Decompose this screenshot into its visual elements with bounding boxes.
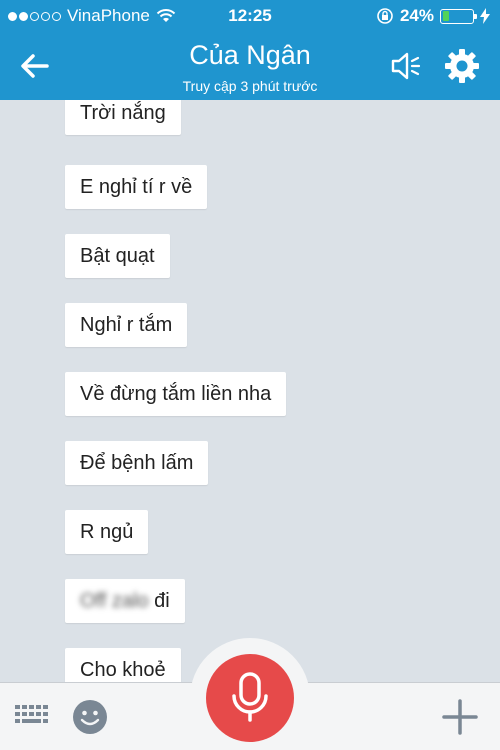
speaker-icon bbox=[391, 52, 421, 80]
emoji-button[interactable] bbox=[72, 699, 108, 735]
battery-icon bbox=[440, 8, 477, 24]
status-right: 24% bbox=[376, 6, 490, 26]
message-text: đi bbox=[154, 590, 170, 612]
voice-record-button[interactable] bbox=[190, 638, 310, 750]
message-bubble[interactable]: Để bệnh lấm bbox=[65, 441, 209, 485]
battery-percent: 24% bbox=[399, 6, 434, 25]
charging-bolt-icon bbox=[480, 8, 490, 24]
message-bubble[interactable]: Trời nắng bbox=[65, 100, 181, 135]
emoji-icon bbox=[73, 700, 107, 734]
message-list[interactable]: Trời nắng E nghỉ tí r về Bật quạt Nghỉ r… bbox=[0, 100, 500, 682]
microphone-icon bbox=[232, 672, 268, 722]
message-bubble[interactable]: Bật quạt bbox=[65, 234, 170, 278]
message-bubble[interactable]: R ngủ bbox=[65, 510, 149, 554]
add-attachment-button[interactable] bbox=[440, 697, 480, 737]
plus-icon bbox=[442, 699, 478, 735]
keyboard-icon bbox=[15, 705, 48, 723]
message-bubble[interactable]: Về đừng tắm liền nha bbox=[65, 372, 287, 416]
speaker-button[interactable] bbox=[388, 48, 428, 84]
message-bubble[interactable]: Nghỉ r tắm bbox=[65, 303, 188, 347]
blurred-text: Off zalo bbox=[80, 590, 149, 612]
rotation-lock-icon bbox=[377, 8, 393, 24]
status-bar: VinaPhone 12:25 24% bbox=[0, 0, 500, 32]
voice-record-circle bbox=[206, 654, 294, 742]
battery-fill bbox=[442, 11, 450, 21]
chat-header: Của Ngân Truy cập 3 phút trước bbox=[0, 32, 500, 100]
gear-icon bbox=[445, 49, 479, 83]
keyboard-button[interactable] bbox=[14, 703, 50, 729]
settings-button[interactable] bbox=[442, 46, 482, 86]
message-bubble[interactable]: Cho khoẻ bbox=[65, 648, 181, 682]
message-bubble[interactable]: E nghỉ tí r về bbox=[65, 165, 208, 209]
message-bubble[interactable]: Off zalo đi bbox=[65, 579, 185, 623]
